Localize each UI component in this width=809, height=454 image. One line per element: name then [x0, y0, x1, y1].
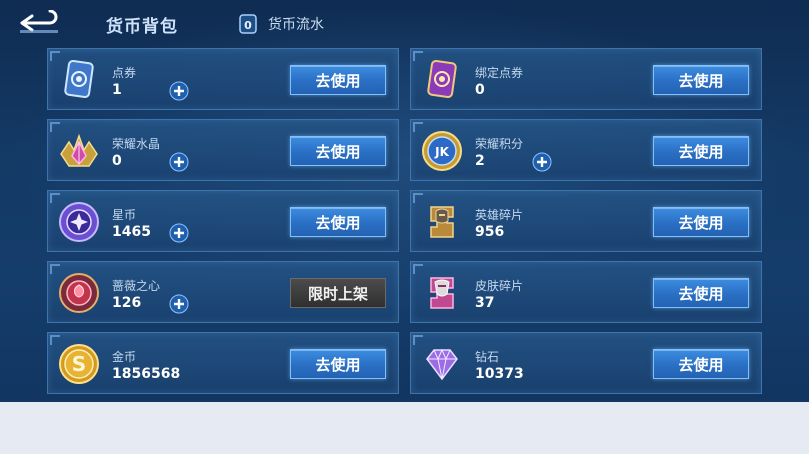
currency-name: 金币 [112, 350, 137, 364]
currency-card-skin-fragment: 皮肤碎片 37 去使用 [410, 261, 762, 323]
currency-flow-link[interactable]: 0 货币流水 [238, 13, 324, 35]
currency-card-hero-fragment: 英雄碎片 956 去使用 [410, 190, 762, 252]
use-glory-points-button[interactable]: 去使用 [653, 136, 749, 166]
currency-card-diamond: 钻石 10373 去使用 [410, 332, 762, 394]
currency-card-bound-voucher: 绑定点券 0 去使用 [410, 48, 762, 110]
add-glory-points-button[interactable] [532, 152, 552, 172]
use-glory-crystal-button[interactable]: 去使用 [290, 136, 386, 166]
currency-card-gold: S 金币 1856568 去使用 [47, 332, 399, 394]
currency-name: 英雄碎片 [475, 208, 524, 222]
use-gold-button[interactable]: 去使用 [290, 349, 386, 379]
add-star-coin-button[interactable] [169, 223, 189, 243]
use-bound-voucher-button[interactable]: 去使用 [653, 65, 749, 95]
gold-coin-icon: S [59, 344, 99, 384]
glory-crystal-icon [60, 133, 98, 167]
currency-card-glory-points: JK 荣耀积分 2 去使用 [410, 119, 762, 181]
star-coin-icon [59, 202, 99, 242]
rose-heart-icon [59, 273, 99, 313]
diamond-icon [426, 348, 458, 381]
svg-text:JK: JK [434, 145, 449, 159]
currency-amount: 1465 [112, 224, 151, 240]
back-arrow-icon [20, 9, 58, 33]
glory-points-coin-icon: JK [422, 131, 462, 171]
page-title: 货币背包 [106, 17, 178, 37]
currency-amount: 0 [475, 82, 485, 98]
currency-name: 皮肤碎片 [475, 279, 524, 293]
currency-name: 蔷薇之心 [112, 279, 161, 293]
add-glory-crystal-button[interactable] [169, 152, 189, 172]
currency-amount: 2 [475, 153, 485, 169]
currency-amount: 10373 [475, 366, 524, 382]
bound-voucher-card-icon [427, 60, 457, 98]
ledger-icon: 0 [239, 14, 257, 34]
currency-name: 荣耀积分 [475, 137, 524, 151]
currency-name: 星币 [112, 208, 137, 222]
currency-card-voucher: 点券 1 去使用 [47, 48, 399, 110]
currency-name: 荣耀水晶 [112, 137, 161, 151]
skin-fragment-icon [430, 277, 454, 309]
back-button[interactable] [18, 9, 62, 38]
currency-amount: 956 [475, 224, 505, 240]
svg-text:S: S [72, 352, 86, 376]
add-rose-heart-button[interactable] [169, 294, 189, 314]
currency-amount: 126 [112, 295, 142, 311]
currency-name: 钻石 [475, 350, 500, 364]
currency-name: 点券 [112, 66, 137, 80]
currency-amount: 0 [112, 153, 122, 169]
use-diamond-button[interactable]: 去使用 [653, 349, 749, 379]
currency-amount: 37 [475, 295, 495, 311]
currency-amount: 1 [112, 82, 122, 98]
currency-name: 绑定点券 [475, 66, 524, 80]
use-star-coin-button[interactable]: 去使用 [290, 207, 386, 237]
voucher-card-icon [64, 60, 94, 98]
hero-fragment-icon [430, 206, 454, 238]
add-voucher-button[interactable] [169, 81, 189, 101]
use-hero-fragment-button[interactable]: 去使用 [653, 207, 749, 237]
currency-card-glory-crystal: 荣耀水晶 0 去使用 [47, 119, 399, 181]
currency-amount: 1856568 [112, 366, 181, 382]
currency-card-star-coin: 星币 1465 去使用 [47, 190, 399, 252]
currency-card-rose-heart: 蔷薇之心 126 限时上架 [47, 261, 399, 323]
currency-flow-label: 货币流水 [268, 17, 324, 33]
svg-text:0: 0 [244, 19, 252, 32]
currency-backpack-screen: 货币背包 0 货币流水 点券 1 去使用 绑定点券 0 去使用 荣耀水晶 0 去… [0, 0, 809, 402]
limited-time-button[interactable]: 限时上架 [290, 278, 386, 308]
use-skin-fragment-button[interactable]: 去使用 [653, 278, 749, 308]
use-voucher-button[interactable]: 去使用 [290, 65, 386, 95]
bottom-blank-area [0, 402, 809, 454]
